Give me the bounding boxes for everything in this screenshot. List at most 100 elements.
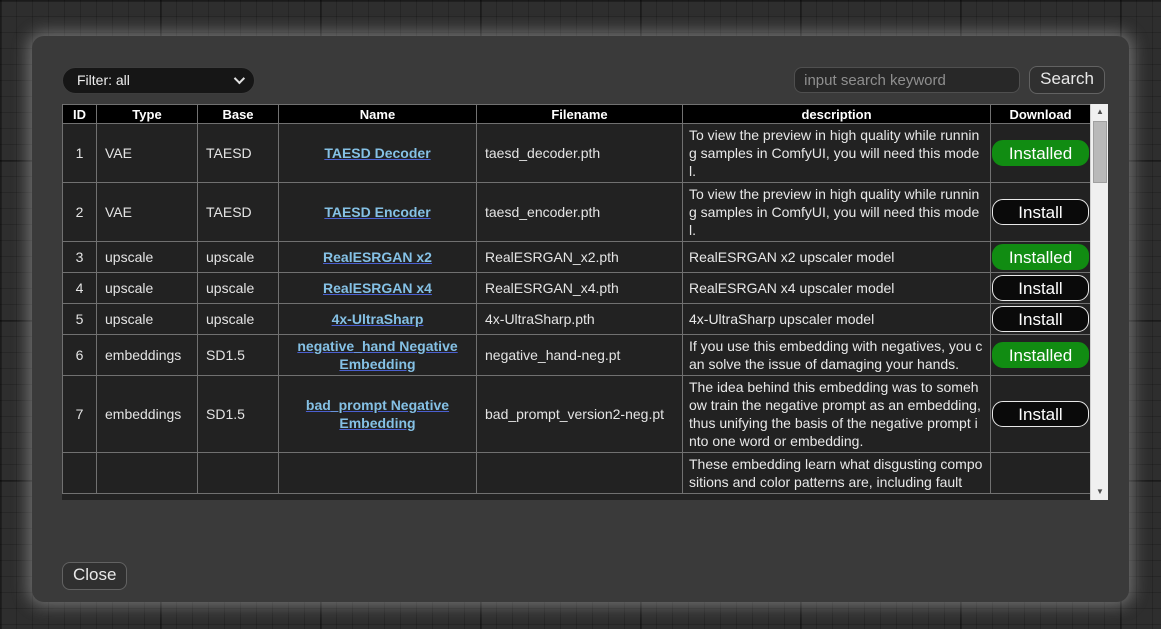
cell-name: RealESRGAN x2 (279, 242, 477, 273)
column-header: Base (198, 105, 279, 124)
cell-base: SD1.5 (198, 335, 279, 376)
model-name-link[interactable]: negative_hand Negative Embedding (297, 338, 457, 372)
model-table-viewport: IDTypeBaseNameFilenamedescriptionDownloa… (62, 104, 1108, 500)
model-name-link[interactable]: TAESD Decoder (324, 145, 430, 161)
table-header-row: IDTypeBaseNameFilenamedescriptionDownloa… (63, 105, 1091, 124)
cell-name: bad_prompt Negative Embedding (279, 376, 477, 453)
model-name-link[interactable]: RealESRGAN x2 (323, 249, 432, 265)
cell-type: upscale (97, 304, 198, 335)
cell-id: 6 (63, 335, 97, 376)
cell-id: 5 (63, 304, 97, 335)
model-name-link[interactable]: bad_prompt Negative Embedding (306, 397, 449, 431)
filter-select[interactable]: Filter: all (62, 67, 255, 94)
table-row: 1VAETAESD TAESD Decoder taesd_decoder.pthT… (63, 124, 1091, 183)
cell-name: TAESD Decoder (279, 124, 477, 183)
cell-desc: The idea behind this embedding was to so… (683, 376, 991, 453)
cell-filename: taesd_encoder.pth (477, 183, 683, 242)
table-row: 5upscaleupscale4x-UltraSharp4x-UltraShar… (63, 304, 1091, 335)
cell-name: 4x-UltraSharp (279, 304, 477, 335)
cell-filename: RealESRGAN_x4.pth (477, 273, 683, 304)
cell-id: 2 (63, 183, 97, 242)
column-header: Download (991, 105, 1091, 124)
model-table: IDTypeBaseNameFilenamedescriptionDownloa… (62, 104, 1091, 494)
column-header: Filename (477, 105, 683, 124)
cell-type (97, 453, 198, 494)
install-button[interactable]: Install (992, 199, 1089, 225)
cell-base: TAESD (198, 124, 279, 183)
cell-id (63, 453, 97, 494)
install-models-dialog: Filter: all Search IDTypeBaseNameFilenam… (32, 36, 1129, 602)
cell-desc: 4x-UltraSharp upscaler model (683, 304, 991, 335)
installed-button[interactable]: Installed (992, 140, 1089, 166)
cell-type: embeddings (97, 376, 198, 453)
installed-button[interactable]: Installed (992, 244, 1089, 270)
cell-name (279, 453, 477, 494)
cell-download: Install (991, 273, 1091, 304)
cell-type: embeddings (97, 335, 198, 376)
cell-desc: To view the preview in high quality whil… (683, 183, 991, 242)
cell-download: Installed (991, 124, 1091, 183)
cell-desc: If you use this embedding with negatives… (683, 335, 991, 376)
cell-filename (477, 453, 683, 494)
filter-select-value: Filter: all (77, 72, 234, 88)
cell-id: 1 (63, 124, 97, 183)
cell-base: upscale (198, 273, 279, 304)
column-header: ID (63, 105, 97, 124)
cell-desc: To view the preview in high quality whil… (683, 124, 991, 183)
close-button[interactable]: Close (62, 562, 127, 590)
cell-base: TAESD (198, 183, 279, 242)
cell-download (991, 453, 1091, 494)
cell-filename: bad_prompt_version2-neg.pt (477, 376, 683, 453)
install-button[interactable]: Install (992, 401, 1089, 427)
cell-type: VAE (97, 183, 198, 242)
model-name-link[interactable]: 4x-UltraSharp (332, 311, 424, 327)
cell-filename: 4x-UltraSharp.pth (477, 304, 683, 335)
column-header: Name (279, 105, 477, 124)
table-row: 7embeddingsSD1.5 bad_prompt Negative Embe… (63, 376, 1091, 453)
model-table-body: 1VAETAESDTAESD Decodertaesd_decoder.pthT… (63, 124, 1091, 494)
table-row: 4upscaleupscaleRealESRGAN x4RealESRGAN_x… (63, 273, 1091, 304)
search-input[interactable] (794, 67, 1020, 93)
model-name-link[interactable]: TAESD Encoder (324, 204, 430, 220)
table-row: 2VAETAESD TAESD Encoder taesd_encoder.pthT… (63, 183, 1091, 242)
cell-id: 7 (63, 376, 97, 453)
cell-download: Installed (991, 335, 1091, 376)
cell-download: Installed (991, 242, 1091, 273)
cell-id: 3 (63, 242, 97, 273)
cell-download: Install (991, 376, 1091, 453)
table-row: 3upscaleupscaleRealESRGAN x2RealESRGAN_x… (63, 242, 1091, 273)
scroll-down-icon[interactable]: ▼ (1091, 484, 1108, 500)
model-name-link[interactable]: RealESRGAN x4 (323, 280, 432, 296)
cell-filename: RealESRGAN_x2.pth (477, 242, 683, 273)
table-row: These embedding learn what disgusting co… (63, 453, 1091, 494)
cell-base: upscale (198, 304, 279, 335)
cell-download: Install (991, 183, 1091, 242)
search-button[interactable]: Search (1029, 66, 1105, 94)
cell-base: upscale (198, 242, 279, 273)
cell-base: SD1.5 (198, 376, 279, 453)
cell-name: TAESD Encoder (279, 183, 477, 242)
cell-type: upscale (97, 273, 198, 304)
installed-button[interactable]: Installed (992, 342, 1089, 368)
cell-id: 4 (63, 273, 97, 304)
install-button[interactable]: Install (992, 275, 1089, 301)
cell-download: Install (991, 304, 1091, 335)
cell-type: VAE (97, 124, 198, 183)
install-button[interactable]: Install (992, 306, 1089, 332)
cell-name: negative_hand Negative Embedding (279, 335, 477, 376)
column-header: description (683, 105, 991, 124)
scroll-up-icon[interactable]: ▲ (1091, 104, 1108, 120)
scrollbar-thumb[interactable] (1093, 121, 1107, 183)
cell-name: RealESRGAN x4 (279, 273, 477, 304)
table-row: 6embeddingsSD1.5 negative_hand Negative E… (63, 335, 1091, 376)
cell-filename: taesd_decoder.pth (477, 124, 683, 183)
chevron-down-icon (234, 73, 245, 84)
cell-filename: negative_hand-neg.pt (477, 335, 683, 376)
cell-type: upscale (97, 242, 198, 273)
column-header: Type (97, 105, 198, 124)
cell-desc: These embedding learn what disgusting co… (683, 453, 991, 494)
table-scrollbar[interactable]: ▲ ▼ (1090, 104, 1108, 500)
cell-desc: RealESRGAN x4 upscaler model (683, 273, 991, 304)
cell-base (198, 453, 279, 494)
dialog-topbar: Filter: all Search (62, 66, 1109, 94)
